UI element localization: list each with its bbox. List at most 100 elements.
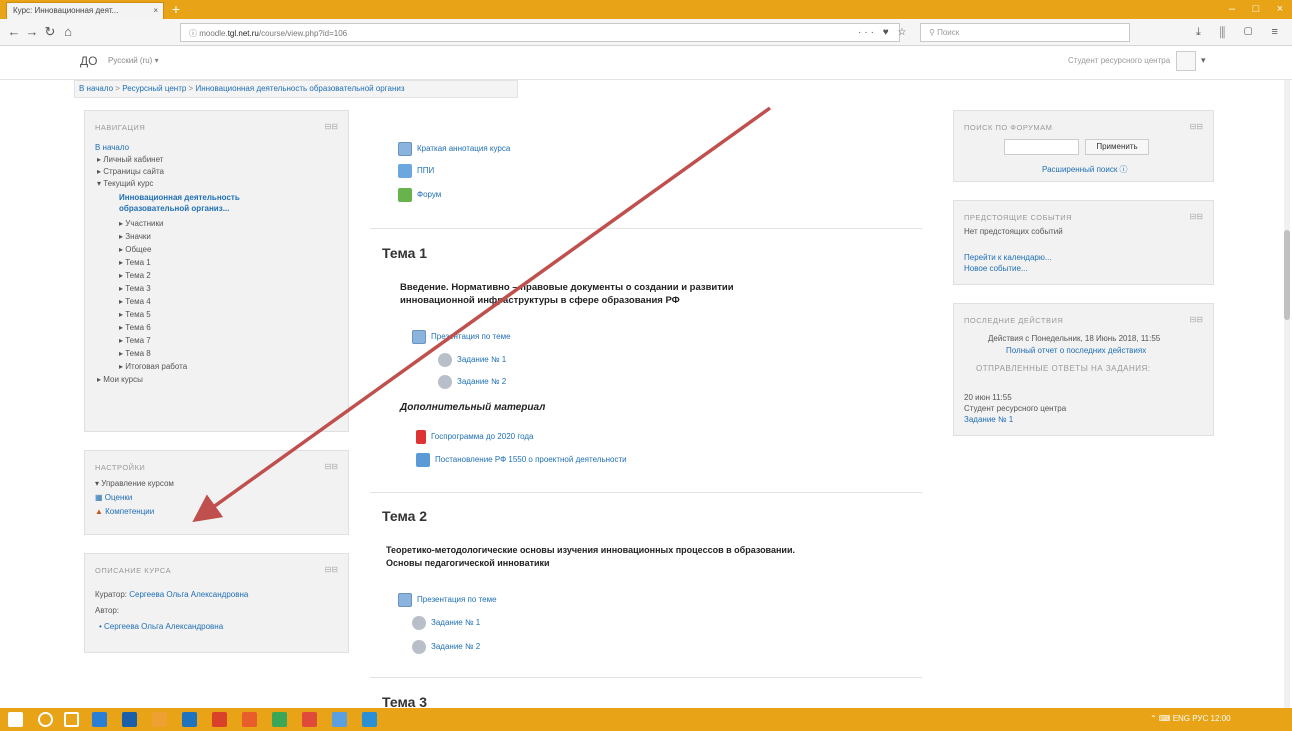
browser-icon[interactable] (92, 712, 107, 727)
presentation-link[interactable]: Презентация по теме (412, 330, 511, 344)
forum-search-input[interactable] (1004, 139, 1079, 155)
nav-item-dashboard[interactable]: ▸ Личный кабинет (97, 155, 163, 164)
nav-item-home[interactable]: В начало (95, 143, 129, 152)
activity-user: Студент ресурсного центра (964, 404, 1067, 413)
nav-item-final-work[interactable]: ▸ Итоговая работа (119, 362, 187, 371)
section-title: Тема 2 (382, 508, 428, 524)
nav-item-topic[interactable]: ▸ Тема 8 (119, 349, 151, 358)
app-icon[interactable] (272, 712, 287, 727)
nav-item-current-course[interactable]: ▾ Текущий курс (97, 179, 153, 188)
assignment-link[interactable]: Задание № 1 (412, 616, 480, 630)
block-controls-icon[interactable]: ⊟⊟ (325, 565, 338, 574)
tab-close-icon[interactable]: × (153, 6, 158, 15)
assignment-link[interactable]: Задание № 2 (438, 375, 506, 389)
new-tab-button[interactable]: + (168, 2, 184, 17)
advanced-search-link[interactable]: Расширенный поиск ⓘ (1042, 164, 1128, 175)
breadcrumb-item[interactable]: Ресурсный центр (122, 84, 186, 93)
start-icon[interactable] (8, 712, 23, 727)
minimize-icon[interactable]: – (1222, 2, 1242, 17)
block-controls-icon[interactable]: ⊟⊟ (1190, 212, 1203, 221)
nav-item-topic[interactable]: ▸ Тема 7 (119, 336, 151, 345)
store-icon[interactable] (182, 712, 197, 727)
block-controls-icon[interactable]: ⊟⊟ (1190, 315, 1203, 324)
reload-icon[interactable]: ↻ (42, 24, 58, 40)
nav-item-my-courses[interactable]: ▸ Мои курсы (97, 375, 143, 384)
nav-item-topic[interactable]: ▸ Тема 6 (119, 323, 151, 332)
search-icon[interactable] (38, 712, 53, 727)
nav-item-course[interactable]: Инновационная деятельность (119, 193, 240, 202)
app-icon[interactable] (362, 712, 377, 727)
resource-annotation[interactable]: Краткая аннотация курса (398, 142, 510, 156)
breadcrumb-home[interactable]: В начало (79, 84, 113, 93)
section-description: Теоретико-методологические основы изучен… (386, 544, 795, 570)
app-icon[interactable] (332, 712, 347, 727)
competencies-link[interactable]: ▲ Компетенции (95, 507, 154, 516)
home-icon[interactable]: ⌂ (60, 24, 76, 40)
calendar-link[interactable]: Перейти к календарю... (964, 253, 1052, 262)
full-report-link[interactable]: Полный отчет о последних действиях (1006, 346, 1146, 355)
resource-pdf[interactable]: Госпрограмма до 2020 года (416, 430, 533, 444)
submitted-heading: ОТПРАВЛЕННЫЕ ОТВЕТЫ НА ЗАДАНИЯ: (976, 364, 1151, 373)
nav-item-topic[interactable]: ▸ Тема 5 (119, 310, 151, 319)
browser-search-input[interactable]: ⚲ Поиск (920, 23, 1130, 42)
block-controls-icon[interactable]: ⊟⊟ (325, 462, 338, 471)
close-window-icon[interactable]: × (1270, 2, 1290, 17)
curator-line: Куратор: Сергеева Ольга Александровна (95, 590, 248, 599)
toolbar-icons[interactable]: ⤓ ⫼ ▢ ≡ (1196, 26, 1286, 39)
forum-link[interactable]: Форум (398, 188, 441, 202)
app-icon[interactable] (122, 712, 137, 727)
forum-search-button[interactable]: Применить (1085, 139, 1149, 155)
curator-link[interactable]: Сергеева Ольга Александровна (129, 590, 248, 599)
new-event-link[interactable]: Новое событие... (964, 264, 1028, 273)
author-link[interactable]: • Сергеева Ольга Александровна (99, 622, 223, 631)
nav-item-site-pages[interactable]: ▸ Страницы сайта (97, 167, 164, 176)
info-icon: ⓘ (189, 29, 200, 38)
language-menu[interactable]: Русский (ru) ▾ (108, 56, 159, 65)
url-actions-icon[interactable]: ··· ♥ ☆ (858, 27, 909, 38)
assignment-link[interactable]: Задание № 1 (438, 353, 506, 367)
app-icon[interactable] (242, 712, 257, 727)
nav-item-general[interactable]: ▸ Общее (119, 245, 151, 254)
maximize-icon[interactable]: □ (1246, 2, 1266, 17)
avatar[interactable] (1176, 51, 1196, 71)
system-tray[interactable]: ⌃ ⌨ ENG РУС 12:00 (1150, 714, 1231, 723)
course-admin-item[interactable]: ▾ Управление курсом (95, 479, 174, 488)
nav-item-course-cont[interactable]: образовательной организ... (119, 204, 229, 213)
forward-icon[interactable]: → (24, 24, 40, 40)
presentation-link[interactable]: Презентация по теме (398, 593, 497, 607)
site-header: ДО Русский (ru) ▾ Студент ресурсного цен… (0, 46, 1292, 80)
nav-item-topic[interactable]: ▸ Тема 2 (119, 271, 151, 280)
nav-item-badges[interactable]: ▸ Значки (119, 232, 151, 241)
section-title: Тема 1 (382, 245, 428, 261)
assignment-link[interactable]: Задание № 2 (412, 640, 480, 654)
breadcrumb-item[interactable]: Инновационная деятельность образовательн… (195, 84, 404, 93)
office-icon[interactable] (212, 712, 227, 727)
browser-tab[interactable]: Курс: Инновационная деят... × (6, 2, 164, 19)
folder-icon[interactable] (152, 712, 167, 727)
user-menu[interactable]: Студент ресурсного центра (1068, 56, 1170, 65)
resource-label: Презентация по теме (417, 595, 497, 605)
back-icon[interactable]: ← (6, 24, 22, 40)
grades-icon: ▦ (95, 493, 105, 502)
assignment-icon (438, 375, 452, 389)
scrollbar-thumb[interactable] (1284, 230, 1290, 320)
nav-item-participants[interactable]: ▸ Участники (119, 219, 163, 228)
competencies-icon: ▲ (95, 507, 106, 516)
task-view-icon[interactable] (64, 712, 79, 727)
resource-ppi[interactable]: ППИ (398, 164, 434, 178)
app-icon[interactable] (302, 712, 317, 727)
chevron-down-icon[interactable]: ▾ (1201, 55, 1206, 66)
block-controls-icon[interactable]: ⊟⊟ (325, 122, 338, 131)
scrollbar[interactable] (1284, 80, 1290, 708)
nav-item-topic[interactable]: ▸ Тема 4 (119, 297, 151, 306)
block-controls-icon[interactable]: ⊟⊟ (1190, 122, 1203, 131)
resource-link[interactable]: Постановление РФ 1550 о проектной деятел… (416, 453, 627, 467)
activity-task-link[interactable]: Задание № 1 (964, 415, 1013, 424)
nav-item-topic[interactable]: ▸ Тема 1 (119, 258, 151, 267)
url-bar[interactable]: ⓘ moodle.tgl.net.ru/course/view.php?id=1… (180, 23, 900, 42)
resource-label: Задание № 2 (457, 377, 507, 387)
site-brand[interactable]: ДО (80, 54, 97, 68)
grades-link[interactable]: ▦ Оценки (95, 493, 132, 502)
upcoming-events-block: ПРЕДСТОЯЩИЕ СОБЫТИЯ ⊟⊟ Нет предстоящих с… (953, 200, 1214, 285)
nav-item-topic[interactable]: ▸ Тема 3 (119, 284, 151, 293)
